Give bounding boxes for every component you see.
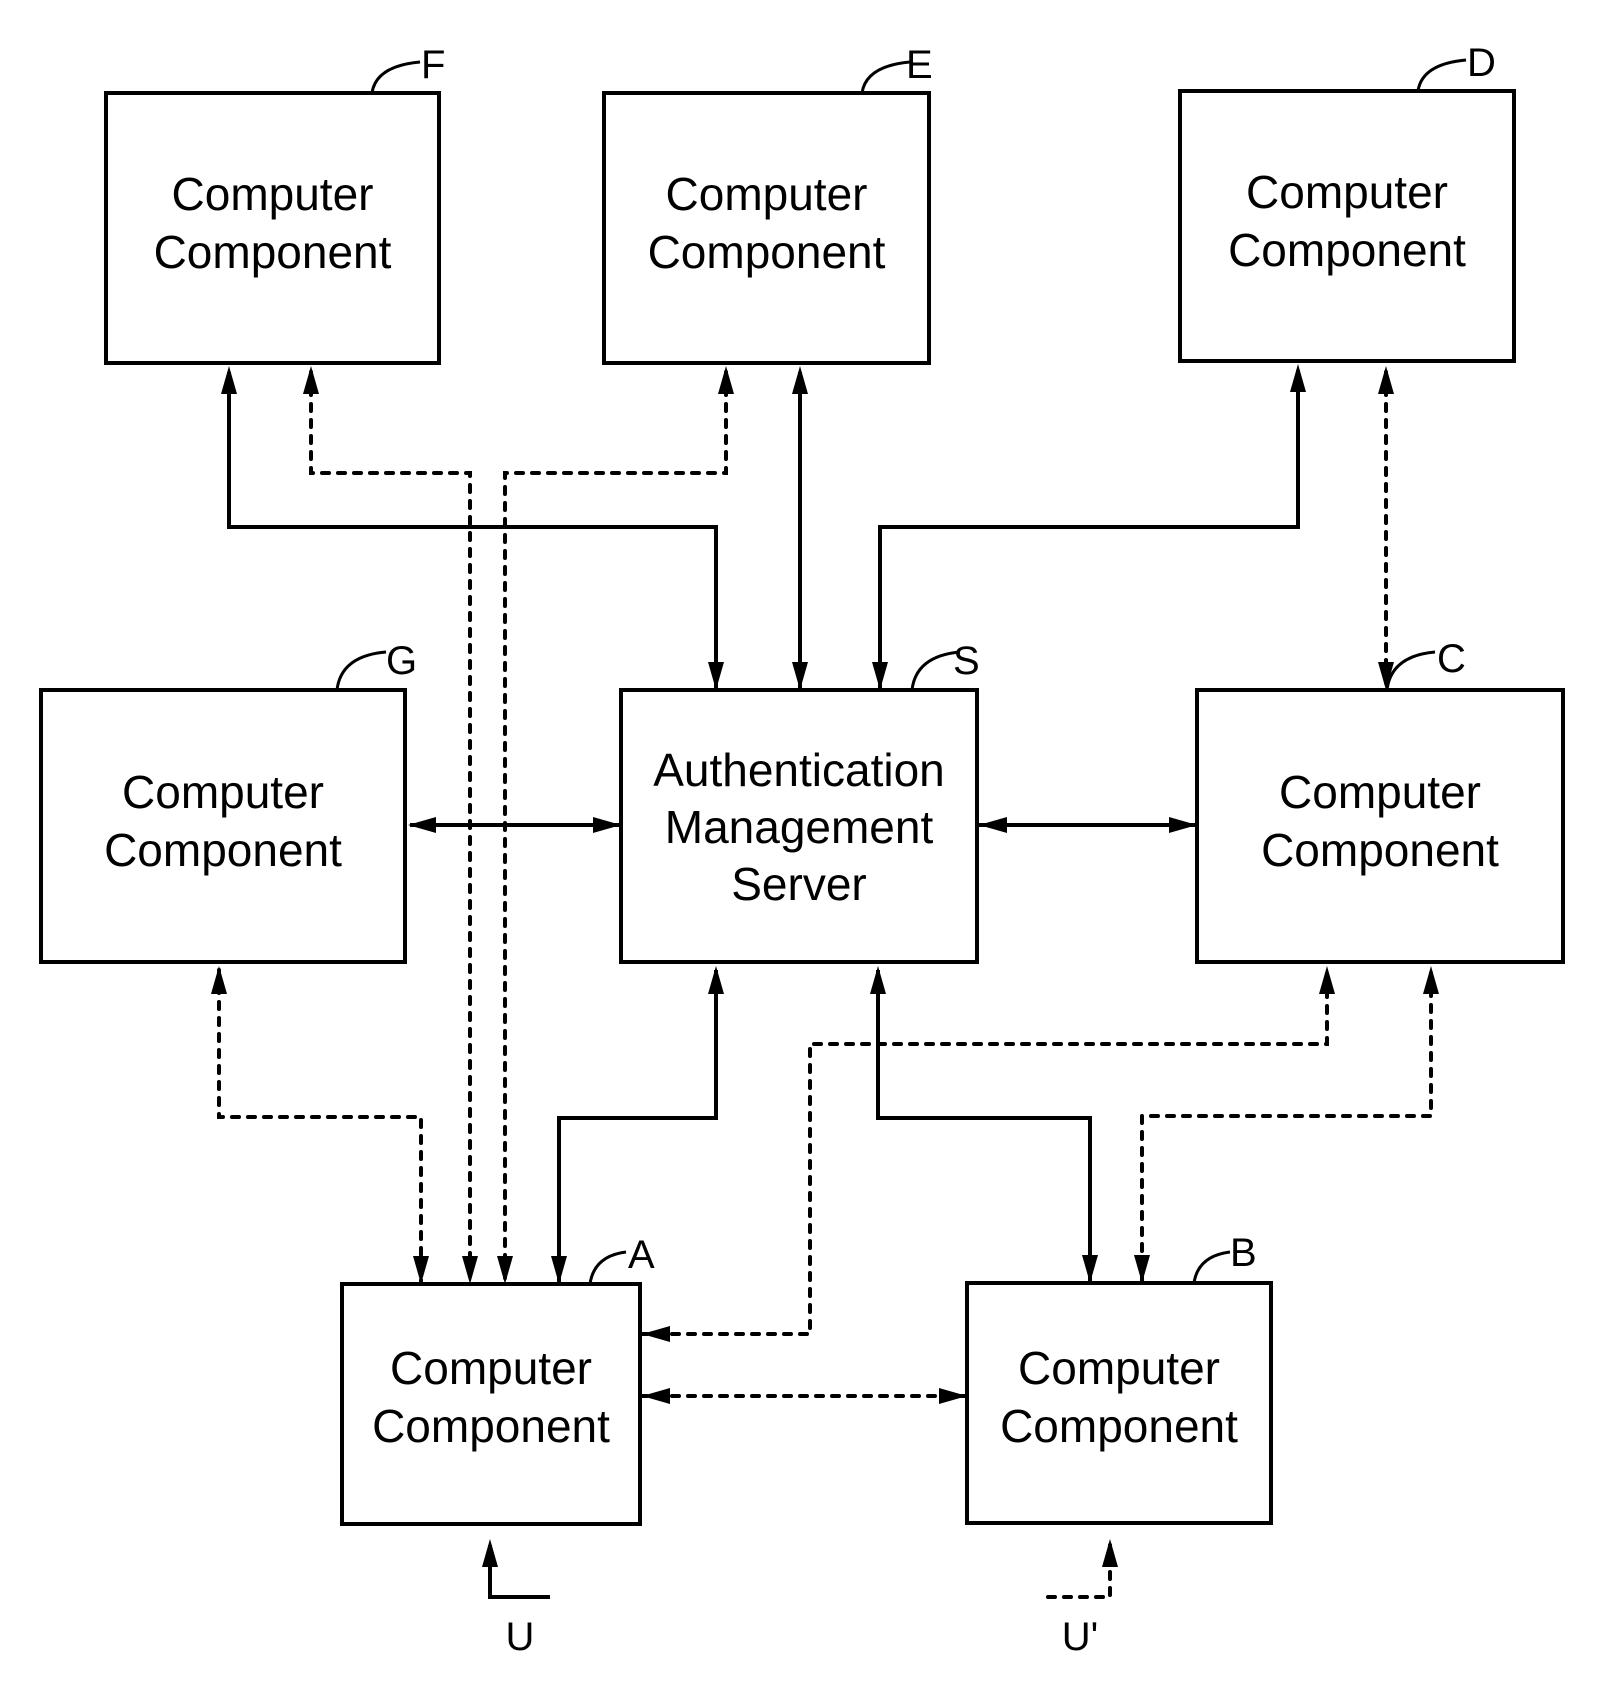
node-label-line: Computer [390, 1342, 592, 1394]
solid-connector [876, 970, 1092, 1283]
dotted-connector [638, 968, 1329, 1336]
reference-label: S [953, 639, 980, 683]
node-label-line: Server [731, 858, 866, 910]
arrowhead-icon [1378, 366, 1394, 394]
node-g[interactable]: Computer Component G [39, 639, 417, 964]
edge-s-e [792, 366, 808, 690]
edge-s-b [870, 966, 1098, 1283]
dotted-connector [217, 968, 423, 1286]
node-d[interactable]: Computer Component D [1178, 41, 1516, 363]
edge-s-c [977, 817, 1197, 833]
arrowhead-icon [1169, 817, 1197, 833]
arrowhead-icon [708, 662, 724, 690]
edge-b-c [1134, 966, 1439, 1285]
reference-leader [1192, 1250, 1231, 1284]
arrowhead-icon [708, 966, 724, 994]
arrowhead-icon [642, 1388, 670, 1404]
edge-a-b [638, 1388, 969, 1404]
arrowhead-icon [1423, 966, 1439, 994]
arrowhead-icon [408, 817, 436, 833]
reference-leader [1385, 650, 1436, 691]
arrowhead-icon [413, 1256, 429, 1284]
node-label-line: Component [1261, 824, 1499, 876]
node-label-line: Component [104, 824, 342, 876]
edge-a-g [211, 966, 429, 1286]
solid-connector [227, 372, 718, 690]
arrowhead-icon [211, 966, 227, 994]
user-label: U' [1062, 1615, 1099, 1659]
node-c[interactable]: Computer Component C [1195, 637, 1565, 964]
node-label-line: Computer [1246, 166, 1448, 218]
user-input-u-prime: U' [1046, 1539, 1118, 1659]
arrowhead-icon [872, 662, 888, 690]
reference-label: E [906, 43, 933, 87]
arrowhead-icon [303, 366, 319, 394]
node-b[interactable]: Computer Component B [965, 1231, 1273, 1525]
arrowhead-icon [1134, 1255, 1150, 1283]
arrowhead-icon [718, 366, 734, 394]
solid-connector [878, 370, 1300, 690]
nodes-layer: ComputerComponentFComputerComponentEComp… [39, 41, 1565, 1526]
user-input-u: U [482, 1539, 550, 1659]
reference-leader [860, 60, 911, 94]
user-connector [488, 1545, 550, 1599]
reference-label: G [386, 639, 417, 683]
edge-c-d [1378, 366, 1394, 692]
arrowhead-icon [1082, 1255, 1098, 1283]
arrowhead-icon [870, 966, 886, 994]
arrowhead-icon [792, 662, 808, 690]
reference-label: C [1437, 637, 1466, 681]
user-label: U [506, 1615, 535, 1659]
node-label-line: Component [648, 226, 886, 278]
arrowhead-icon [939, 1388, 967, 1404]
node-label-line: Management [665, 801, 934, 853]
reference-label: B [1230, 1231, 1257, 1275]
network-diagram: ComputerComponentFComputerComponentEComp… [39, 41, 1565, 1659]
arrowhead-icon [1290, 364, 1306, 392]
user-connector [1046, 1543, 1112, 1599]
reference-leader [1416, 58, 1467, 92]
reference-label: D [1467, 41, 1496, 85]
arrowhead-icon [497, 1256, 513, 1284]
node-label-line: Computer [172, 168, 374, 220]
node-a[interactable]: Computer Component A [340, 1233, 655, 1526]
node-label-line: Computer [666, 168, 868, 220]
node-label-line: Component [154, 226, 392, 278]
arrowhead-icon [1102, 1539, 1118, 1567]
reference-leader [335, 650, 387, 691]
node-f[interactable]: Computer Component F [104, 43, 445, 365]
reference-leader [370, 60, 421, 94]
edge-s-f [221, 366, 724, 690]
arrowhead-icon [482, 1539, 498, 1567]
users-layer: U U' [482, 1539, 1118, 1659]
node-label-line: Authentication [653, 744, 945, 796]
edge-s-d [872, 364, 1306, 690]
arrowhead-icon [979, 817, 1007, 833]
edge-s-g [408, 817, 621, 833]
arrowhead-icon [1319, 966, 1335, 994]
reference-label: F [421, 43, 445, 87]
node-label-line: Component [1228, 224, 1466, 276]
arrowhead-icon [221, 366, 237, 394]
node-label-line: Component [372, 1400, 610, 1452]
node-e[interactable]: Computer Component E [602, 43, 933, 365]
node-label-line: Component [1000, 1400, 1238, 1452]
reference-leader [588, 1250, 627, 1285]
arrowhead-icon [593, 817, 621, 833]
node-label-line: Computer [1018, 1342, 1220, 1394]
arrowhead-icon [792, 366, 808, 394]
reference-label: A [628, 1233, 655, 1277]
arrowhead-icon [642, 1326, 670, 1342]
arrowhead-icon [551, 1256, 567, 1284]
dotted-connector [1140, 968, 1433, 1285]
node-label-line: Computer [122, 766, 324, 818]
arrowhead-icon [462, 1256, 478, 1284]
node-label-line: Computer [1279, 766, 1481, 818]
